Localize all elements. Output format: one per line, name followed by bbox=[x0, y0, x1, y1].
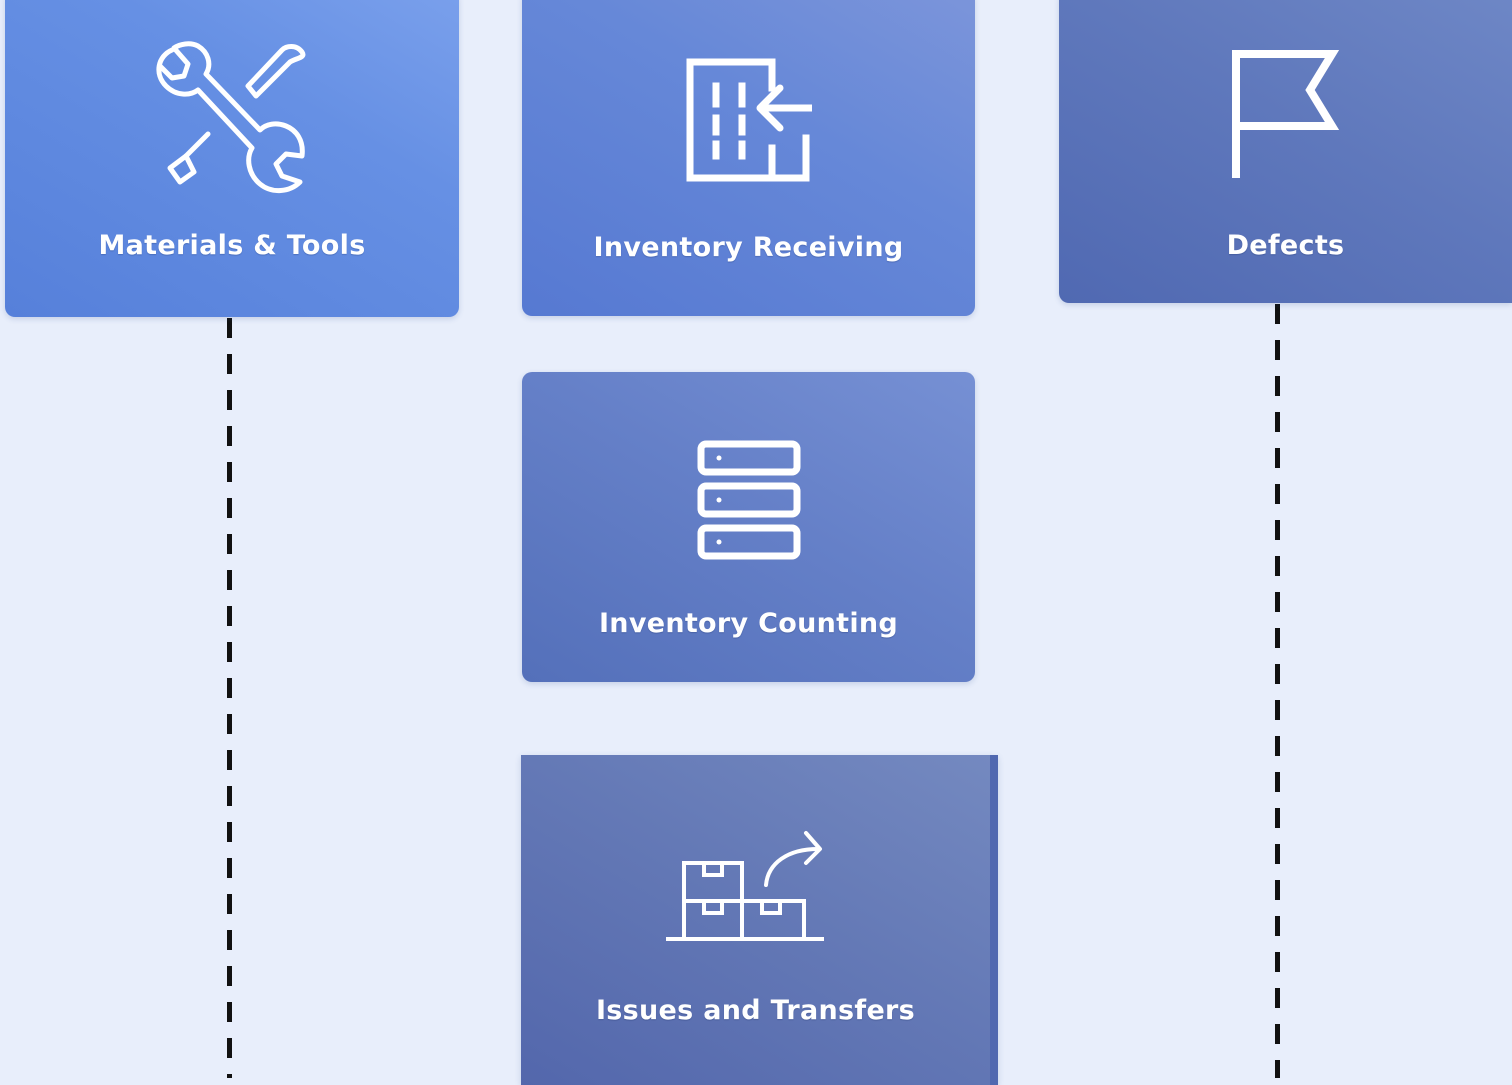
inventory-receiving-label: Inventory Receiving bbox=[593, 232, 904, 263]
tools-icon bbox=[5, 40, 459, 204]
defects-tile[interactable]: Defects bbox=[1059, 0, 1512, 303]
materials-tools-tile[interactable]: Materials & Tools bbox=[5, 0, 459, 317]
inventory-counting-label: Inventory Counting bbox=[598, 608, 899, 639]
defects-label: Defects bbox=[1226, 230, 1345, 261]
building-receive-icon bbox=[522, 58, 975, 184]
boxes-transfer-icon bbox=[499, 829, 990, 945]
dashed-connector-left bbox=[227, 318, 232, 1078]
server-stack-icon bbox=[522, 440, 975, 560]
dashed-connector-right bbox=[1275, 304, 1280, 1078]
issues-transfers-label: Issues and Transfers bbox=[595, 995, 916, 1026]
issues-transfers-tile[interactable]: Issues and Transfers bbox=[521, 755, 998, 1085]
inventory-counting-tile[interactable]: Inventory Counting bbox=[522, 372, 975, 682]
flag-icon bbox=[1059, 50, 1512, 180]
materials-tools-label: Materials & Tools bbox=[98, 230, 366, 261]
inventory-receiving-tile[interactable]: Inventory Receiving bbox=[522, 0, 975, 316]
